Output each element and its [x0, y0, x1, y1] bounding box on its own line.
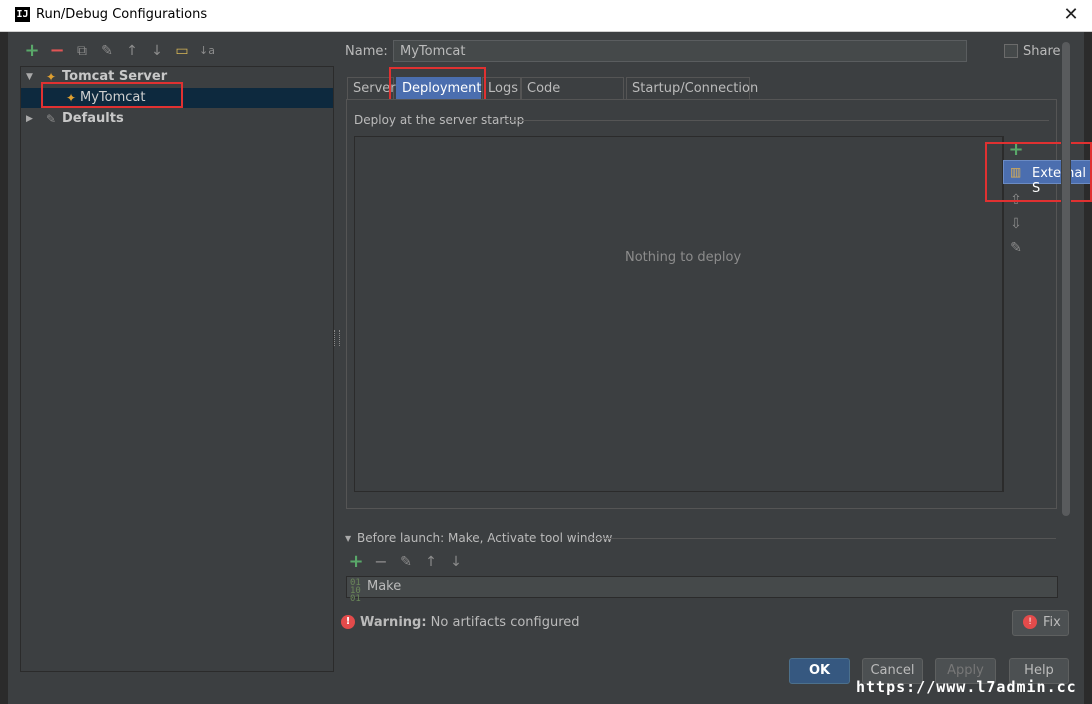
- background-edge-left: [0, 32, 8, 704]
- tab-startup-connection[interactable]: Startup/Connection: [626, 77, 758, 99]
- sort-button[interactable]: ↓a: [198, 42, 216, 60]
- edit-task-button[interactable]: ✎: [398, 554, 414, 570]
- warning-text: No artifacts configured: [430, 615, 580, 630]
- share-checkbox[interactable]: [1004, 44, 1018, 58]
- highlight-box-mytomcat: [41, 82, 183, 108]
- warning-title: Warning:: [360, 615, 427, 630]
- warning-message: Warning: No artifacts configured: [360, 615, 580, 630]
- remove-task-button[interactable]: −: [373, 554, 389, 570]
- tab-logs[interactable]: Logs: [482, 77, 521, 99]
- empty-deploy-text: Nothing to deploy: [625, 250, 742, 265]
- watermark: https://www.l7admin.cc: [856, 678, 1077, 696]
- window-title: Run/Debug Configurations: [36, 7, 208, 22]
- fix-label: Fix: [1043, 615, 1061, 630]
- task-row-make[interactable]: [346, 576, 1058, 598]
- remove-config-button[interactable]: −: [48, 42, 66, 60]
- move-task-up-button[interactable]: ↑: [423, 554, 439, 570]
- copy-config-button[interactable]: ⧉: [73, 42, 91, 60]
- deploy-section-title: Deploy at the server startup: [354, 113, 525, 127]
- add-config-button[interactable]: +: [23, 42, 41, 60]
- section-divider: [590, 538, 1056, 539]
- bulb-icon: !: [1023, 615, 1037, 629]
- highlight-box-external-source: [985, 142, 1092, 202]
- ok-button[interactable]: OK: [789, 658, 850, 684]
- make-icon: 01 10 01: [350, 578, 361, 604]
- deploy-list[interactable]: [354, 136, 1003, 492]
- move-up-button[interactable]: ↑: [123, 42, 141, 60]
- expand-arrow-icon[interactable]: ▼: [26, 67, 33, 87]
- section-divider: [505, 120, 1049, 121]
- title-bar: IJ Run/Debug Configurations ✕: [0, 0, 1092, 32]
- move-down-button[interactable]: ↓: [148, 42, 166, 60]
- move-down-button[interactable]: ⇩: [1008, 216, 1024, 232]
- move-task-down-button[interactable]: ↓: [448, 554, 464, 570]
- edit-button[interactable]: ✎: [1008, 240, 1024, 256]
- close-button[interactable]: ✕: [1058, 3, 1084, 27]
- wrench-icon: ✎: [45, 112, 57, 126]
- edit-defaults-button[interactable]: ✎: [98, 42, 116, 60]
- tab-code-coverage[interactable]: Code Coverage: [521, 77, 624, 118]
- tab-server[interactable]: Server: [347, 77, 396, 99]
- config-tree: ▼ ✦ Tomcat Server ✦ MyTomcat ▶ ✎ Default…: [20, 66, 334, 672]
- dialog-body: + − ⧉ ✎ ↑ ↓ ▭ ↓a ▼ ✦ Tomcat Server ✦ MyT…: [0, 32, 1092, 704]
- app-logo-icon: IJ: [15, 7, 30, 22]
- name-input[interactable]: [393, 40, 967, 62]
- tree-group-defaults[interactable]: ▶ ✎ Defaults: [21, 109, 333, 129]
- task-label: Make: [367, 579, 402, 594]
- before-launch-collapse-icon[interactable]: ▼: [345, 534, 351, 543]
- name-label: Name:: [345, 44, 388, 59]
- warning-icon: !: [341, 615, 355, 629]
- tree-defaults-label: Defaults: [62, 111, 124, 126]
- share-label: Share: [1023, 44, 1061, 59]
- add-task-button[interactable]: +: [348, 553, 364, 571]
- folder-button[interactable]: ▭: [173, 42, 191, 60]
- background-edge-right: [1084, 32, 1092, 704]
- before-launch-label[interactable]: Before launch: Make, Activate tool windo…: [357, 531, 612, 545]
- scrollbar-thumb[interactable]: [1062, 42, 1070, 516]
- splitter-handle[interactable]: [334, 330, 340, 346]
- collapse-arrow-icon[interactable]: ▶: [26, 109, 33, 129]
